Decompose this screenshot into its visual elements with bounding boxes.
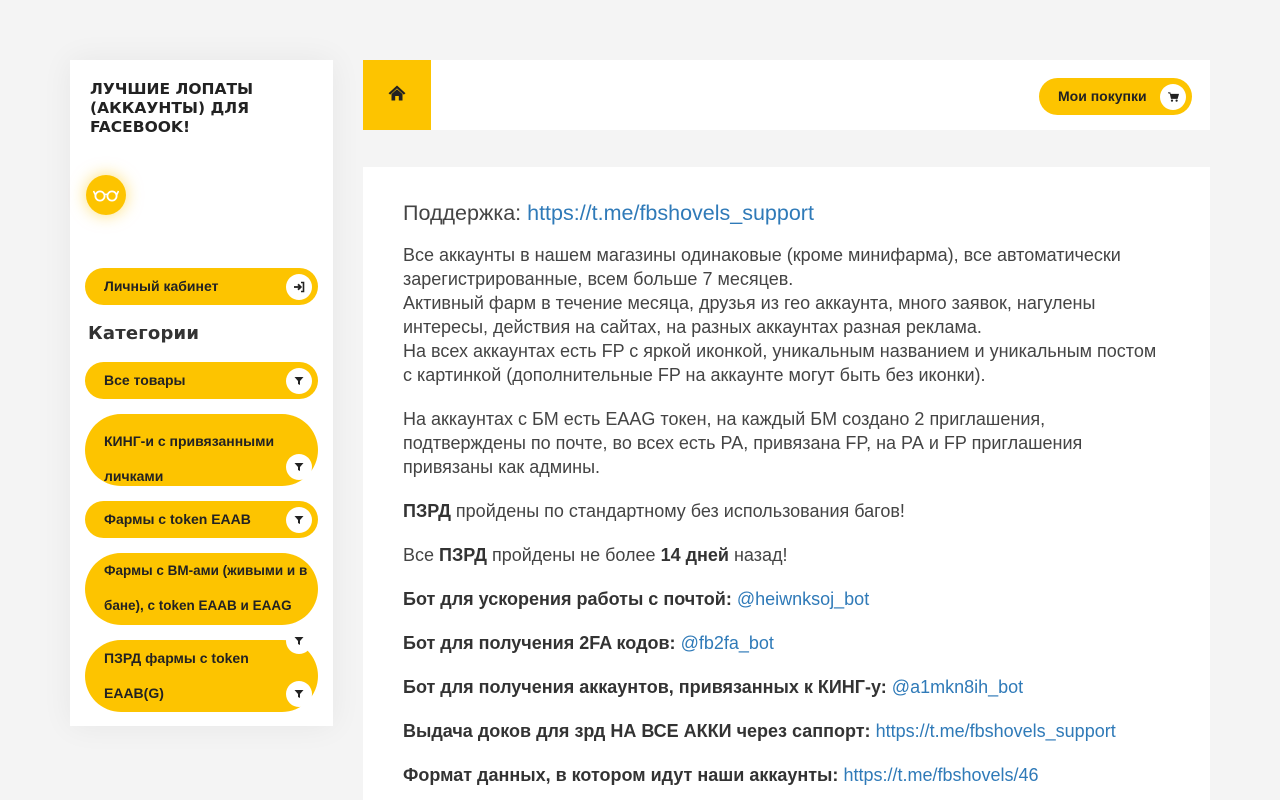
bot-line-mail: Бот для ускорения работы с почтой: @heiw… bbox=[403, 587, 1170, 611]
category-label: ПЗРД фармы с token EAAB(G) bbox=[104, 650, 249, 701]
bot-line-2fa: Бот для получения 2FA кодов: @fb2fa_bot bbox=[403, 631, 1170, 655]
category-farms-eaab[interactable]: Фармы с token EAAB bbox=[85, 501, 318, 538]
docs-line: Выдача доков для зрд НА ВСЕ АККИ через с… bbox=[403, 719, 1170, 743]
pzrd-days-paragraph: Все ПЗРД пройдены не более 14 дней назад… bbox=[403, 543, 1170, 567]
category-pzrd-farms[interactable]: ПЗРД фармы с token EAAB(G) bbox=[85, 628, 318, 712]
intro-line: Активный фарм в течение месяца, друзья и… bbox=[403, 293, 1096, 337]
glasses-icon[interactable] bbox=[86, 175, 126, 215]
intro-paragraph: Все аккаунты в нашем магазины одинаковые… bbox=[403, 243, 1170, 387]
account-button[interactable]: Личный кабинет bbox=[85, 268, 318, 305]
pzrd-days-bold: 14 дней bbox=[660, 545, 729, 565]
pzrd-days-bold: ПЗРД bbox=[439, 545, 487, 565]
brand-line-2: (АККАУНТЫ) ДЛЯ bbox=[90, 99, 250, 117]
pzrd-days-text: назад! bbox=[728, 545, 788, 565]
cart-icon bbox=[1160, 84, 1186, 110]
filter-icon bbox=[286, 368, 312, 394]
intro-line: На всех аккаунтах есть FP с яркой иконко… bbox=[403, 341, 1157, 385]
my-purchases-button[interactable]: Мои покупки bbox=[1039, 78, 1192, 115]
docs-label: Выдача доков для зрд НА ВСЕ АККИ через с… bbox=[403, 721, 871, 741]
pzrd-bold: ПЗРД bbox=[403, 501, 451, 521]
pzrd-days-text: Все bbox=[403, 545, 440, 565]
support-label: Поддержка: bbox=[403, 201, 522, 225]
category-label: Все товары bbox=[104, 372, 186, 388]
bot-label: Бот для ускорения работы с почтой: bbox=[403, 589, 732, 609]
bot-link[interactable]: @heiwnksoj_bot bbox=[737, 589, 869, 609]
filter-icon bbox=[286, 628, 312, 654]
top-bar: Мои покупки bbox=[363, 60, 1210, 130]
bot-label: Бот для получения 2FA кодов: bbox=[403, 633, 676, 653]
account-button-label: Личный кабинет bbox=[104, 278, 219, 294]
bot-label: Бот для получения аккаунтов, привязанных… bbox=[403, 677, 887, 697]
filter-icon bbox=[286, 681, 312, 707]
format-label: Формат данных, в котором идут наши аккау… bbox=[403, 765, 839, 785]
format-link[interactable]: https://t.me/fbshovels/46 bbox=[843, 765, 1038, 785]
docs-link[interactable]: https://t.me/fbshovels_support bbox=[876, 721, 1116, 741]
brand-line-1: ЛУЧШИЕ ЛОПАТЫ bbox=[90, 80, 254, 98]
bot-link[interactable]: @a1mkn8ih_bot bbox=[892, 677, 1023, 697]
support-line: Поддержка: https://t.me/fbshovels_suppor… bbox=[403, 199, 1170, 227]
bot-line-king: Бот для получения аккаунтов, привязанных… bbox=[403, 675, 1170, 699]
sign-in-icon bbox=[286, 274, 312, 300]
filter-icon bbox=[286, 507, 312, 533]
main-content: Поддержка: https://t.me/fbshovels_suppor… bbox=[363, 167, 1210, 800]
brand-title[interactable]: ЛУЧШИЕ ЛОПАТЫ (АККАУНТЫ) ДЛЯ FACEBOOK! bbox=[90, 80, 310, 137]
home-button[interactable] bbox=[363, 60, 431, 130]
category-all-products[interactable]: Все товары bbox=[85, 362, 318, 399]
bot-link[interactable]: @fb2fa_bot bbox=[681, 633, 774, 653]
category-label: Фармы с BM-ами (живыми и в бане), с token… bbox=[104, 563, 308, 613]
pzrd-text: пройдены по стандартному без использован… bbox=[450, 501, 905, 521]
my-purchases-label: Мои покупки bbox=[1058, 88, 1147, 104]
sidebar: ЛУЧШИЕ ЛОПАТЫ (АККАУНТЫ) ДЛЯ FACEBOOK! Л… bbox=[70, 60, 333, 726]
category-label: КИНГ-и с привязанными личками bbox=[104, 433, 275, 484]
support-link[interactable]: https://t.me/fbshovels_support bbox=[527, 201, 814, 225]
bm-paragraph: На аккаунтах с БМ есть EAAG токен, на ка… bbox=[403, 409, 1083, 477]
category-king-accounts[interactable]: КИНГ-и с привязанными личками bbox=[85, 414, 318, 486]
format-line: Формат данных, в котором идут наши аккау… bbox=[403, 763, 1170, 787]
filter-icon bbox=[286, 454, 312, 480]
pzrd-paragraph: ПЗРД пройдены по стандартному без исполь… bbox=[403, 499, 1170, 523]
intro-line: Все аккаунты в нашем магазины одинаковые… bbox=[403, 245, 1121, 289]
home-icon bbox=[388, 85, 406, 106]
pzrd-days-text: пройдены не более bbox=[486, 545, 661, 565]
categories-heading: Категории bbox=[88, 323, 200, 344]
category-label: Фармы с token EAAB bbox=[104, 511, 251, 527]
category-farms-bm[interactable]: Фармы с BM-ами (живыми и в бане), с token… bbox=[85, 553, 318, 625]
brand-line-3: FACEBOOK! bbox=[90, 118, 191, 136]
